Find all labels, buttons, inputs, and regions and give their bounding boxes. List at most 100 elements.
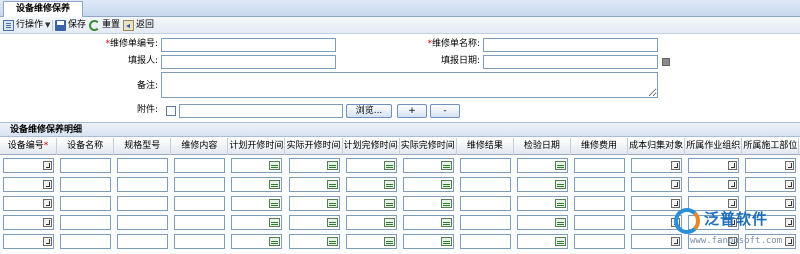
lookup-icon[interactable] (728, 161, 738, 170)
attachment-checkbox[interactable] (166, 106, 176, 116)
grid-column-header[interactable]: 成本归集对象 (628, 138, 686, 155)
lookup-icon[interactable] (43, 218, 53, 227)
grid-cell-input[interactable] (345, 158, 397, 173)
grid-cell-input[interactable] (174, 196, 226, 211)
grid-cell-input[interactable] (231, 196, 283, 211)
grid-cell-input[interactable] (402, 158, 454, 173)
grid-column-header[interactable]: 所属施工部位 (742, 138, 800, 155)
grid-cell-input[interactable] (459, 177, 511, 192)
grid-cell-input[interactable] (3, 234, 55, 249)
date-picker-icon[interactable] (440, 237, 452, 246)
grid-cell-input[interactable] (459, 158, 511, 173)
tab-equipment-maintenance[interactable]: 设备维修保养 (3, 1, 83, 17)
date-picker-icon[interactable] (269, 237, 281, 246)
grid-cell-input[interactable] (60, 234, 112, 249)
grid-cell-input[interactable] (174, 158, 226, 173)
grid-cell-input[interactable] (117, 158, 169, 173)
grid-cell-input[interactable] (288, 196, 340, 211)
grid-cell-input[interactable] (459, 196, 511, 211)
lookup-icon[interactable] (671, 180, 681, 189)
date-picker-icon[interactable] (383, 199, 395, 208)
date-picker-icon[interactable] (440, 180, 452, 189)
grid-cell-input[interactable] (117, 177, 169, 192)
grid-column-header[interactable]: 实际开修时间 (286, 138, 343, 155)
grid-cell-input[interactable] (345, 196, 397, 211)
save-button[interactable]: 保存 (55, 19, 86, 32)
grid-column-header[interactable]: 规格型号 (114, 138, 172, 155)
date-picker-icon[interactable] (269, 161, 281, 170)
lookup-icon[interactable] (728, 180, 738, 189)
date-picker-icon[interactable] (554, 237, 566, 246)
grid-cell-input[interactable] (459, 234, 511, 249)
grid-cell-input[interactable] (574, 177, 626, 192)
grid-cell-input[interactable] (516, 177, 568, 192)
date-picker-icon[interactable] (383, 161, 395, 170)
lookup-icon[interactable] (43, 161, 53, 170)
calendar-icon[interactable] (662, 58, 670, 66)
grid-cell-input[interactable] (631, 177, 683, 192)
grid-cell-input[interactable] (3, 215, 55, 230)
attachment-path-input[interactable] (179, 104, 343, 118)
repair-name-input[interactable] (483, 38, 658, 52)
date-picker-icon[interactable] (326, 199, 338, 208)
lookup-icon[interactable] (43, 180, 53, 189)
date-picker-icon[interactable] (440, 218, 452, 227)
grid-cell-input[interactable] (459, 215, 511, 230)
date-picker-icon[interactable] (326, 218, 338, 227)
grid-column-header[interactable]: 设备编号* (0, 138, 58, 155)
grid-cell-input[interactable] (345, 177, 397, 192)
lookup-icon[interactable] (671, 161, 681, 170)
grid-cell-input[interactable] (288, 234, 340, 249)
report-date-input[interactable] (483, 55, 658, 69)
lookup-icon[interactable] (43, 199, 53, 208)
grid-cell-input[interactable] (174, 215, 226, 230)
grid-cell-input[interactable] (345, 215, 397, 230)
date-picker-icon[interactable] (326, 161, 338, 170)
browse-button[interactable]: 浏览... (346, 104, 392, 118)
grid-column-header[interactable]: 实际完修时间 (400, 138, 457, 155)
date-picker-icon[interactable] (554, 161, 566, 170)
grid-cell-input[interactable] (288, 177, 340, 192)
grid-cell-input[interactable] (60, 215, 112, 230)
reset-button[interactable]: 重置 (89, 19, 120, 32)
remark-textarea[interactable] (161, 72, 658, 98)
grid-cell-input[interactable] (345, 234, 397, 249)
date-picker-icon[interactable] (269, 199, 281, 208)
grid-cell-input[interactable] (516, 215, 568, 230)
date-picker-icon[interactable] (554, 180, 566, 189)
grid-cell-input[interactable] (231, 234, 283, 249)
grid-column-header[interactable]: 设备名称 (57, 138, 115, 155)
grid-cell-input[interactable] (3, 177, 55, 192)
grid-cell-input[interactable] (402, 196, 454, 211)
grid-cell-input[interactable] (402, 177, 454, 192)
grid-cell-input[interactable] (745, 177, 797, 192)
date-picker-icon[interactable] (383, 218, 395, 227)
lookup-icon[interactable] (785, 161, 795, 170)
grid-column-header[interactable]: 维修结果 (457, 138, 514, 155)
grid-cell-input[interactable] (516, 158, 568, 173)
grid-cell-input[interactable] (402, 234, 454, 249)
date-picker-icon[interactable] (383, 180, 395, 189)
add-attachment-button[interactable]: + (397, 104, 427, 118)
grid-cell-input[interactable] (745, 158, 797, 173)
grid-cell-input[interactable] (174, 234, 226, 249)
reporter-input[interactable] (161, 55, 336, 69)
date-picker-icon[interactable] (326, 180, 338, 189)
grid-cell-input[interactable] (117, 196, 169, 211)
grid-cell-input[interactable] (574, 234, 626, 249)
grid-column-header[interactable]: 计划开修时间 (228, 138, 286, 155)
grid-cell-input[interactable] (3, 196, 55, 211)
grid-cell-input[interactable] (688, 177, 740, 192)
grid-cell-input[interactable] (574, 158, 626, 173)
grid-cell-input[interactable] (574, 215, 626, 230)
date-picker-icon[interactable] (269, 218, 281, 227)
date-picker-icon[interactable] (383, 237, 395, 246)
grid-cell-input[interactable] (288, 158, 340, 173)
grid-column-header[interactable]: 检验日期 (514, 138, 571, 155)
grid-cell-input[interactable] (117, 215, 169, 230)
grid-column-header[interactable]: 计划完修时间 (343, 138, 400, 155)
grid-cell-input[interactable] (231, 177, 283, 192)
grid-cell-input[interactable] (631, 158, 683, 173)
grid-cell-input[interactable] (60, 196, 112, 211)
date-picker-icon[interactable] (554, 199, 566, 208)
